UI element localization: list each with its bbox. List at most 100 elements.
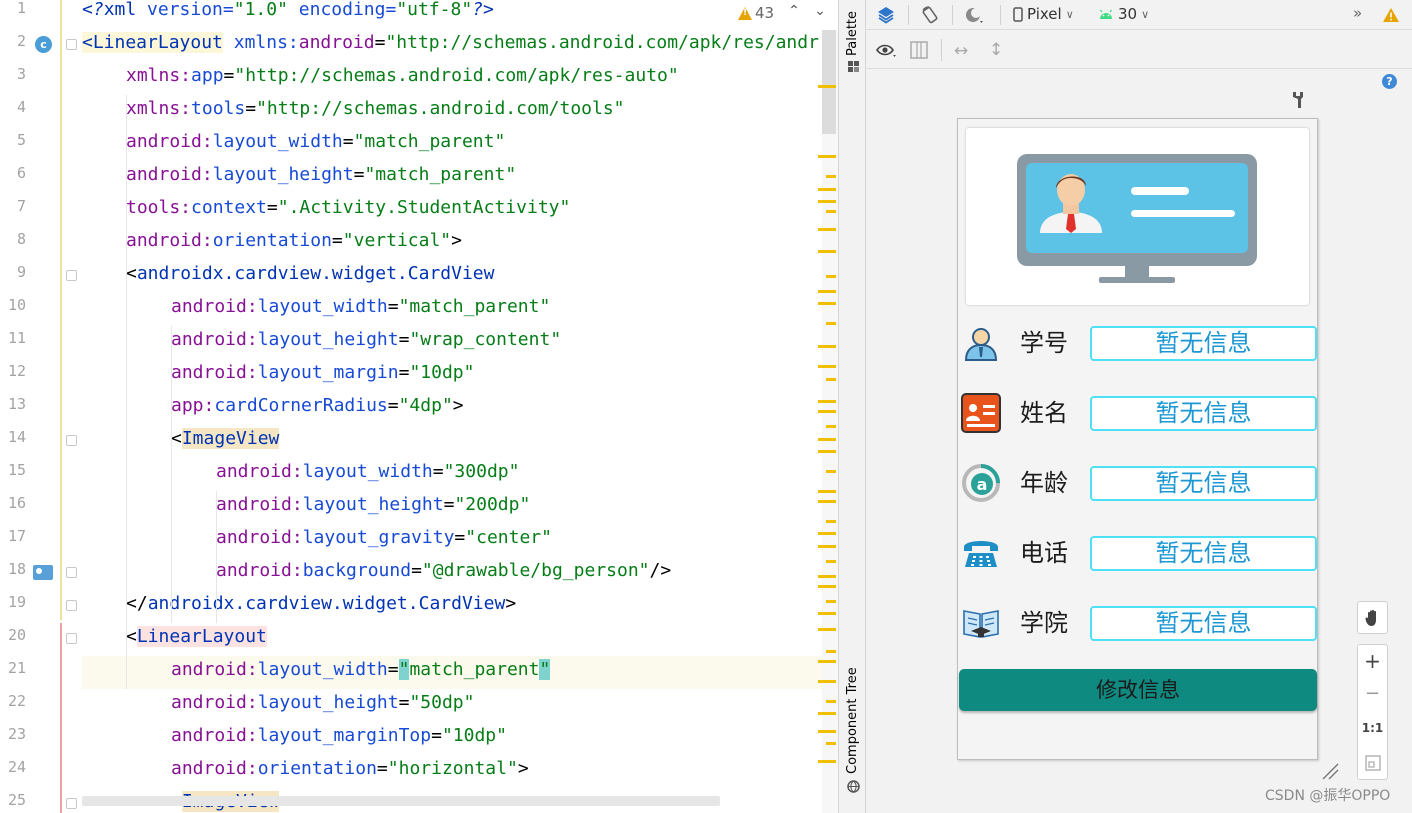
age-value[interactable]: 暂无信息 [1090,466,1317,501]
code-line[interactable]: xmlns:app="http://schemas.android.com/ap… [82,62,822,95]
warning-stripe-mark[interactable] [818,760,836,763]
zoom-out-button[interactable]: − [1358,683,1387,704]
warning-stripe-mark[interactable] [818,660,836,663]
help-icon[interactable]: ? [1382,74,1397,89]
warning-stripe-mark[interactable] [818,365,836,368]
code-line[interactable]: <LinearLayout xmlns:android="http://sche… [82,29,822,62]
warning-stripe-mark[interactable] [818,188,836,191]
code-line[interactable]: <ImageView [82,425,822,458]
scrollbar-thumb[interactable] [822,30,836,134]
warning-stripe-mark[interactable] [818,490,836,493]
warning-stripe-mark[interactable] [818,400,836,403]
fold-marker-icon[interactable] [66,39,77,50]
name-value[interactable]: 暂无信息 [1090,396,1317,431]
warning-stripe-mark[interactable] [818,290,836,293]
warning-stripe-mark[interactable] [818,302,836,305]
warning-stripe-mark[interactable] [826,322,836,325]
image-preview-icon[interactable] [33,565,53,580]
eye-icon[interactable] [876,43,898,59]
warning-stripe-mark[interactable] [826,600,836,603]
warning-stripe-mark[interactable] [826,210,836,213]
fold-marker-icon[interactable] [66,798,77,809]
warning-stripe-mark[interactable] [826,425,836,428]
warning-stripe-mark[interactable] [826,275,836,278]
warning-icon[interactable] [1382,7,1400,23]
layers-icon[interactable] [876,5,896,25]
wrench-icon[interactable] [1293,91,1307,109]
warning-stripe-mark[interactable] [818,345,836,348]
previous-highlight-icon[interactable]: ⌃ [786,3,802,21]
night-mode-icon[interactable] [964,5,986,25]
warning-stripe-mark[interactable] [826,700,836,703]
code-line[interactable]: app:cardCornerRadius="4dp"> [82,392,822,425]
code-line[interactable]: android:layout_height="match_parent" [82,161,822,194]
horizontal-scrollbar[interactable] [82,796,720,806]
warning-stripe-mark[interactable] [818,680,836,683]
warning-stripe-mark[interactable] [826,378,836,381]
warning-stripe-mark[interactable] [818,250,836,253]
phone-value[interactable]: 暂无信息 [1090,536,1317,571]
warning-stripe-mark[interactable] [818,532,836,535]
vertical-scrollbar[interactable] [822,30,838,813]
code-editor[interactable]: 1 2 c 3 4 5 6 7 8 9 10 11 12 13 14 15 16 17 18 19 20 21 22 23 24… [0,0,838,813]
resize-handle-icon[interactable] [1321,762,1339,780]
warning-stripe-mark[interactable] [826,470,836,473]
warning-stripe-mark[interactable] [818,730,836,733]
code-line[interactable]: android:layout_width="match_parent" [82,656,822,689]
overflow-icon[interactable]: » [1353,4,1362,22]
layout-bounds-icon[interactable] [910,41,928,59]
palette-tab[interactable]: Palette [845,11,860,56]
college-value[interactable]: 暂无信息 [1090,606,1317,641]
zoom-in-button[interactable]: + [1358,649,1387,673]
phone-preview[interactable]: 学号 暂无信息 姓名 暂无信息 a 年龄 暂无信息 电话 暂无信息 学院 暂无信… [957,118,1318,760]
code-line[interactable]: android:layout_marginTop="10dp" [82,722,822,755]
class-marker-icon[interactable]: c [35,36,52,53]
code-line[interactable]: android:layout_margin="10dp" [82,359,822,392]
student-id-value[interactable]: 暂无信息 [1090,326,1317,361]
code-line[interactable]: tools:context=".Activity.StudentActivity… [82,194,822,227]
warning-stripe-mark[interactable] [826,175,836,178]
warning-stripe-mark[interactable] [818,85,836,88]
warning-stripe-mark[interactable] [818,155,836,158]
rotate-device-icon[interactable] [920,5,940,25]
code-line[interactable]: </androidx.cardview.widget.CardView> [82,590,822,623]
code-line[interactable]: android:orientation="vertical"> [82,227,822,260]
device-selector[interactable]: Pixel ∨ [1013,5,1074,23]
code-line[interactable]: <androidx.cardview.widget.CardView [82,260,822,293]
code-area[interactable]: <?xml version="1.0" encoding="utf-8"?> <L… [82,0,822,813]
code-line[interactable]: android:layout_gravity="center" [82,524,822,557]
code-line[interactable]: android:layout_width="match_parent" [82,128,822,161]
code-line[interactable]: <?xml version="1.0" encoding="utf-8"?> [82,0,822,29]
code-line[interactable]: android:layout_height="50dp" [82,689,822,722]
fold-marker-icon[interactable] [66,270,77,281]
palette-icon[interactable] [847,60,860,73]
code-line[interactable]: xmlns:tools="http://schemas.android.com/… [82,95,822,128]
next-highlight-icon[interactable]: ⌄ [812,3,828,21]
warning-stripe-mark[interactable] [818,200,836,203]
edit-info-button[interactable]: 修改信息 [959,669,1317,711]
fold-marker-icon[interactable] [66,567,77,578]
component-tree-tab[interactable]: Component Tree [845,667,860,774]
warning-stripe-mark[interactable] [818,612,836,615]
code-line[interactable]: android:background="@drawable/bg_person"… [82,557,822,590]
code-line[interactable]: android:layout_width="300dp" [82,458,822,491]
warning-stripe-mark[interactable] [818,628,836,631]
code-line[interactable]: android:orientation="horizontal"> [82,755,822,788]
warning-stripe-mark[interactable] [826,742,836,745]
code-line[interactable]: android:layout_height="200dp" [82,491,822,524]
expand-vertical-icon[interactable]: ↕ [989,40,1003,60]
warning-stripe-mark[interactable] [826,560,836,563]
pan-tool-button[interactable] [1357,601,1388,634]
warning-stripe-mark[interactable] [818,410,836,413]
warning-stripe-mark[interactable] [818,500,836,503]
fold-marker-icon[interactable] [66,633,77,644]
warning-stripe-mark[interactable] [818,450,836,453]
warning-stripe-mark[interactable] [818,545,836,548]
warning-stripe-mark[interactable] [826,650,836,653]
warning-stripe-mark[interactable] [818,438,836,441]
code-line[interactable]: android:layout_height="wrap_content" [82,326,822,359]
inspection-warnings[interactable]: 43 [738,4,774,22]
globe-icon[interactable] [847,780,860,793]
warning-stripe-mark[interactable] [818,575,836,578]
warning-stripe-mark[interactable] [818,712,836,715]
